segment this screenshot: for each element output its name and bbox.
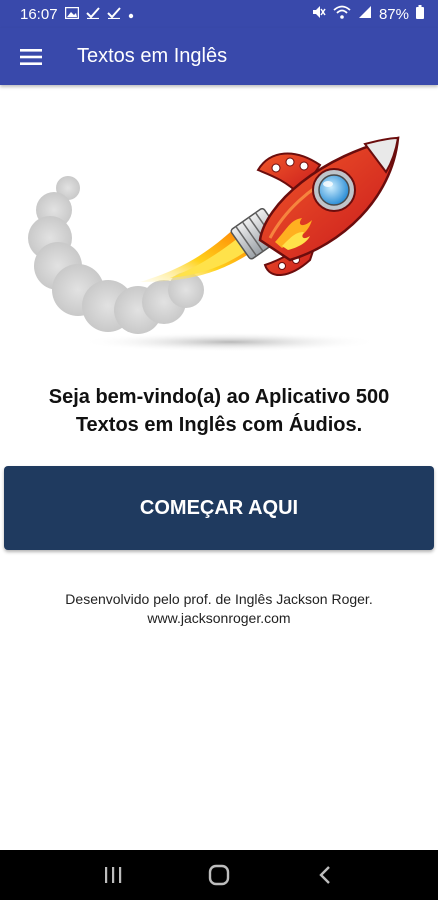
- welcome-line-1: Seja bem-vindo(a) ao Aplicativo 500: [48, 386, 390, 408]
- status-bar: 16:07 87%: [0, 0, 438, 28]
- hamburger-menu-icon[interactable]: [0, 28, 62, 85]
- start-button[interactable]: COMEÇAR AQUI: [4, 466, 434, 550]
- check-icon: [106, 6, 121, 23]
- wifi-icon: [333, 5, 351, 23]
- home-icon[interactable]: [199, 855, 239, 895]
- rocket-illustration: [20, 110, 420, 360]
- mute-icon: [312, 5, 326, 23]
- dot-icon: [128, 6, 134, 23]
- app-bar: Textos em Inglês: [0, 28, 438, 85]
- status-time: 16:07: [20, 5, 58, 23]
- credit-line-1: Desenvolvido pelo prof. de Inglês Jackso…: [65, 591, 373, 607]
- status-right: 87%: [312, 5, 424, 23]
- welcome-line-2: Textos em Inglês com Áudios.: [75, 414, 363, 436]
- battery-percent: 87%: [378, 5, 409, 23]
- battery-icon: [416, 5, 424, 23]
- image-icon: [64, 6, 79, 23]
- credits: Desenvolvido pelo prof. de Inglês Jackso…: [0, 590, 438, 628]
- check-icon: [85, 6, 100, 23]
- app-title: Textos em Inglês: [77, 45, 228, 67]
- credit-website-link[interactable]: www.jacksonroger.com: [0, 609, 438, 628]
- recent-apps-icon[interactable]: [93, 855, 133, 895]
- navigation-bar: [0, 850, 438, 900]
- back-icon[interactable]: [305, 855, 345, 895]
- welcome-text: Seja bem-vindo(a) ao Aplicativo 500 Text…: [0, 383, 438, 439]
- status-left: 16:07: [20, 6, 134, 23]
- signal-icon: [358, 5, 372, 23]
